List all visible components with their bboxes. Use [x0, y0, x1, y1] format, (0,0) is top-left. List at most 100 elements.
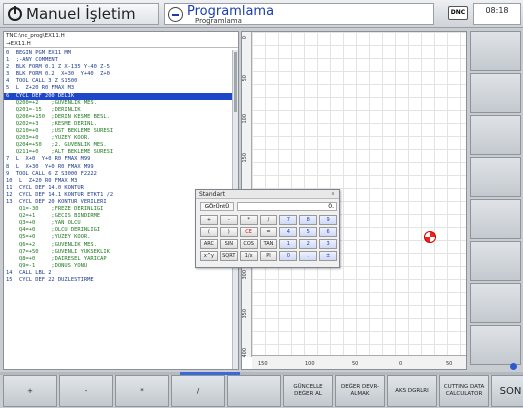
program-line[interactable]: Q211=+0 ;ALT BEKLEME SURESI	[4, 149, 233, 156]
program-line[interactable]: 5 L Z+20 R0 FMAX M3	[4, 85, 233, 92]
softkey-6[interactable]: GÜNCELLE DEĞER AL	[283, 375, 333, 407]
softkey-label: /	[196, 386, 200, 395]
vertical-ruler-tick: 150	[242, 153, 248, 163]
program-line[interactable]: Q204=+50 ;2. GUVENLIK MES.	[4, 142, 233, 149]
horizontal-ruler-tick: 50	[352, 361, 359, 367]
program-line[interactable]: Q206=+150 ;DERIN KESME BESL.	[4, 114, 233, 121]
calculator-key[interactable]: -	[219, 215, 238, 225]
program-line[interactable]: 8 L X+30 Y+0 R0 FMAX M99	[4, 164, 233, 171]
softkey-5[interactable]	[227, 375, 281, 407]
datum-target-icon	[424, 231, 436, 243]
program-line[interactable]: 7 L X+0 Y+0 R0 FMAX M99	[4, 156, 233, 163]
clock: 08:18	[473, 3, 521, 25]
side-softkey-4[interactable]	[470, 157, 521, 197]
calculator-key[interactable]: /	[259, 215, 278, 225]
calculator-key[interactable]: COS	[239, 239, 258, 249]
vertical-ruler-tick: 400	[242, 348, 248, 358]
calculator-key[interactable]: 0	[279, 251, 298, 261]
calculator-key[interactable]: x^y	[200, 251, 218, 261]
program-line[interactable]: Q200=+2 ;GUVENLIK MES.	[4, 100, 233, 107]
mode-programming[interactable]: Programlama Programlama	[164, 3, 434, 25]
calculator-key[interactable]: 1/x	[239, 251, 258, 261]
calculator-key[interactable]: 5	[299, 227, 318, 237]
calculator-display: 0.	[237, 202, 337, 211]
softkey-4[interactable]: /	[171, 375, 225, 407]
calculator-key[interactable]: 3	[319, 239, 337, 249]
calculator-key[interactable]: .	[299, 251, 318, 261]
softkey-label: CUTTING DATA CALCULATOR	[443, 384, 485, 397]
close-icon[interactable]: x	[330, 191, 336, 197]
calculator-key[interactable]: 2	[299, 239, 318, 249]
softkey-3[interactable]: *	[115, 375, 169, 407]
side-softkey-3[interactable]	[470, 115, 521, 155]
calculator-key[interactable]: *	[239, 215, 258, 225]
softkey-9[interactable]: CUTTING DATA CALCULATOR	[439, 375, 489, 407]
horizontal-ruler: 150 100 50 0 50	[252, 355, 466, 369]
mode-manual-operation[interactable]: Manuel İşletim	[3, 3, 159, 25]
horizontal-ruler-tick: 50	[446, 361, 453, 367]
calculator-display-row: GÖrÜntÜ 0.	[200, 202, 337, 211]
softkey-label: +	[27, 386, 33, 395]
program-line[interactable]: 1 ;-ANY COMMENT	[4, 57, 233, 64]
side-softkey-5[interactable]	[470, 199, 521, 239]
editor-scroll-thumb[interactable]	[234, 52, 237, 112]
dnc-badge[interactable]: DNC	[448, 6, 468, 20]
vertical-softkeys	[470, 31, 521, 370]
softkey-7[interactable]: DEĞER DEVR- ALMAK	[335, 375, 385, 407]
side-softkey-8[interactable]	[470, 325, 521, 365]
vertical-ruler-tick: 0	[242, 36, 248, 40]
side-softkey-1[interactable]	[470, 31, 521, 71]
calculator-title: Standart	[196, 190, 339, 199]
calculator-key[interactable]: ±	[319, 251, 337, 261]
program-line[interactable]: Q203=+0 ;YUZEY KOOR.	[4, 135, 233, 142]
program-line[interactable]: 4 TOOL CALL 3 Z S1500	[4, 78, 233, 85]
calculator-key[interactable]: SQRT	[219, 251, 238, 261]
program-line[interactable]: 2 BLK FORM 0.1 Z X-135 Y-40 Z-5	[4, 64, 233, 71]
program-line[interactable]: Q201=-15 ;DERINLIK	[4, 107, 233, 114]
calculator-key[interactable]: ARC	[200, 239, 218, 249]
program-path: TNC:\nc_prog\EX11.H	[6, 33, 65, 39]
calculator-key[interactable]: 8	[299, 215, 318, 225]
horizontal-ruler-tick: 100	[305, 361, 315, 367]
side-softkey-7[interactable]	[470, 283, 521, 323]
softkey-label: GÜNCELLE DEĞER AL	[293, 384, 323, 397]
program-line[interactable]: 9 TOOL CALL 6 Z S3000 F2222	[4, 171, 233, 178]
softkey-8[interactable]: AKS DGRLRI	[387, 375, 437, 407]
softkey-2[interactable]: -	[59, 375, 113, 407]
program-file: →EX11.H	[4, 41, 238, 48]
calculator-key[interactable]: +	[200, 215, 218, 225]
program-line[interactable]: 14 CALL LBL 2	[4, 270, 233, 277]
calculator-key[interactable]: PI	[259, 251, 278, 261]
program-line[interactable]: 3 BLK FORM 0.2 X+30 Y+40 Z+0	[4, 71, 233, 78]
calculator-key[interactable]: TAN	[259, 239, 278, 249]
horizontal-ruler-tick: 150	[258, 361, 268, 367]
program-line[interactable]: Q210=+0 ;UST BEKLEME SURESI	[4, 128, 233, 135]
softkey-10[interactable]: SON	[491, 375, 523, 407]
program-line[interactable]: 6 CYCL DEF 200 DELIK	[4, 92, 233, 100]
program-line[interactable]: 0 BEGIN PGM EX11 MM	[4, 50, 233, 57]
calculator-key[interactable]: SIN	[219, 239, 238, 249]
vertical-ruler-tick: 350	[242, 309, 248, 319]
side-softkey-2[interactable]	[470, 73, 521, 113]
program-line[interactable]: 10 L Z+20 R0 FMAX M3	[4, 178, 233, 185]
calculator-key[interactable]: CE	[239, 227, 258, 237]
calculator-key[interactable]: 7	[279, 215, 298, 225]
side-softkey-6[interactable]	[470, 241, 521, 281]
softkey-bar: + - * / GÜNCELLE DEĞER AL DEĞER DEVR- ALMAK AK…	[0, 372, 523, 408]
program-line[interactable]: Q202=+3 ;KESME DERINL.	[4, 121, 233, 128]
status-dot-icon	[510, 363, 517, 370]
calculator-key[interactable]: )	[219, 227, 238, 237]
calculator-key[interactable]: 9	[319, 215, 337, 225]
calculator-view-button[interactable]: GÖrÜntÜ	[200, 202, 234, 211]
calculator-key[interactable]: 4	[279, 227, 298, 237]
calculator-key[interactable]: 6	[319, 227, 337, 237]
calculator-key[interactable]: 1	[279, 239, 298, 249]
calculator-window[interactable]: Standart x GÖrÜntÜ 0. + - */7 8 9 () CE = 4 5 6 ARC…	[195, 189, 340, 268]
mode-manual-label: Manuel İşletim	[26, 5, 136, 23]
softkey-1[interactable]: +	[3, 375, 57, 407]
softkey-label: DEĞER DEVR- ALMAK	[340, 384, 380, 397]
calculator-key[interactable]: (	[200, 227, 218, 237]
calculator-key[interactable]: =	[259, 227, 278, 237]
horizontal-ruler-tick: 0	[399, 361, 403, 367]
program-line[interactable]: 15 CYCL DEF 22 DUZLESTIRME	[4, 277, 233, 284]
